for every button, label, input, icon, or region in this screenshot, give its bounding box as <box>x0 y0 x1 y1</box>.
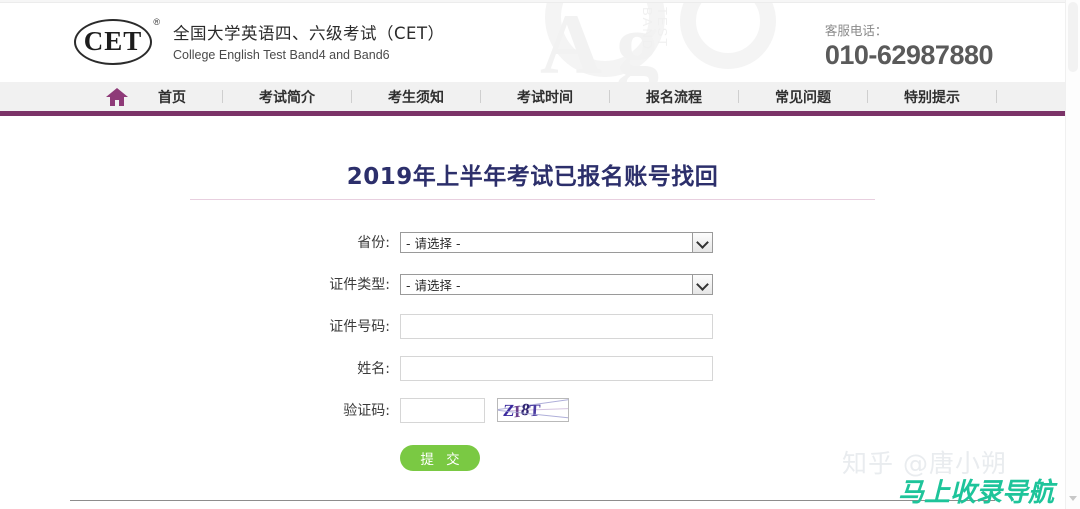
form-row-province: 省份: - 请选择 - <box>0 221 1065 263</box>
hotline-number: 010-62987880 <box>824 40 994 70</box>
cet-logo-icon: CET ® <box>74 17 160 67</box>
captcha-label: 验证码: <box>343 403 390 419</box>
province-label: 省份: <box>357 235 390 251</box>
page-root: Ag TEST BAND CET ® 全国大学英语四、六级考试（CET） Col… <box>0 0 1080 509</box>
id-number-input[interactable] <box>400 313 713 339</box>
captcha-input[interactable] <box>400 397 485 423</box>
nav-item-special-tips[interactable]: 特别提示 <box>904 87 960 107</box>
page-title: 2019年上半年考试已报名账号找回 <box>346 164 719 190</box>
form-row-captcha: 验证码: ZI8T <box>0 389 1065 431</box>
site-header: Ag TEST BAND CET ® 全国大学英语四、六级考试（CET） Col… <box>0 3 1065 82</box>
footer-divider <box>70 500 995 501</box>
watermark-nav-site: 马上收录导航 <box>898 478 1055 508</box>
hotline-label: 客服电话： <box>824 23 888 38</box>
nav-separator <box>609 90 610 103</box>
submit-button[interactable]: 提 交 <box>400 445 480 471</box>
vertical-scrollbar[interactable] <box>1065 0 1080 509</box>
site-title-en: College English Test Band4 and Band6 <box>173 47 390 62</box>
chevron-down-icon[interactable] <box>692 274 712 294</box>
id-number-label: 证件号码: <box>329 319 390 335</box>
header-decor-vertical-text: TEST BAND <box>640 7 670 52</box>
nav-separator <box>867 90 868 103</box>
scroll-down-icon[interactable] <box>1069 496 1077 501</box>
province-select[interactable]: - 请选择 - <box>400 231 713 253</box>
id-type-select[interactable]: - 请选择 - <box>400 273 713 295</box>
chevron-down-icon[interactable] <box>692 232 712 252</box>
logo-title-group: 全国大学英语四、六级考试（CET） College English Test B… <box>173 23 445 64</box>
province-selected-value: - 请选择 - <box>406 235 461 251</box>
nav-item-registration-process[interactable]: 报名流程 <box>646 87 702 107</box>
captcha-image[interactable]: ZI8T <box>497 398 569 422</box>
hotline-block: 客服电话： 010-62987880 <box>824 23 994 71</box>
nav-separator <box>222 90 223 103</box>
registered-trademark-icon: ® <box>153 17 160 27</box>
name-label: 姓名: <box>357 361 390 377</box>
site-logo[interactable]: CET ® 全国大学英语四、六级考试（CET） College English … <box>74 17 445 67</box>
nav-item-exam-intro[interactable]: 考试简介 <box>259 87 315 107</box>
nav-item-exam-time[interactable]: 考试时间 <box>517 87 573 107</box>
nav-separator <box>351 90 352 103</box>
logo-text: CET <box>83 26 143 56</box>
site-title-cn: 全国大学英语四、六级考试（CET） <box>173 23 445 43</box>
id-type-label: 证件类型: <box>329 277 390 293</box>
captcha-char-4: T <box>528 400 542 421</box>
header-decor-letters: Ag <box>540 3 674 82</box>
account-recovery-form: 省份: - 请选择 - 证件类型: - 请选择 - 证件号码: 姓名: 验证码:… <box>0 221 1065 471</box>
title-divider <box>190 199 875 200</box>
nav-item-notice[interactable]: 考生须知 <box>388 87 444 107</box>
nav-item-faq[interactable]: 常见问题 <box>775 87 831 107</box>
form-row-name: 姓名: <box>0 347 1065 389</box>
nav-separator <box>996 90 997 103</box>
form-row-id-number: 证件号码: <box>0 305 1065 347</box>
nav-separator <box>738 90 739 103</box>
home-icon[interactable] <box>106 86 128 108</box>
form-row-id-type: 证件类型: - 请选择 - <box>0 263 1065 305</box>
nav-separator <box>480 90 481 103</box>
main-navigation: 首页 考试简介 考生须知 考试时间 报名流程 常见问题 特别提示 <box>0 82 1065 116</box>
id-type-selected-value: - 请选择 - <box>406 277 461 293</box>
nav-item-home[interactable]: 首页 <box>158 87 186 107</box>
name-input[interactable] <box>400 355 713 381</box>
scrollbar-thumb[interactable] <box>1068 2 1078 72</box>
